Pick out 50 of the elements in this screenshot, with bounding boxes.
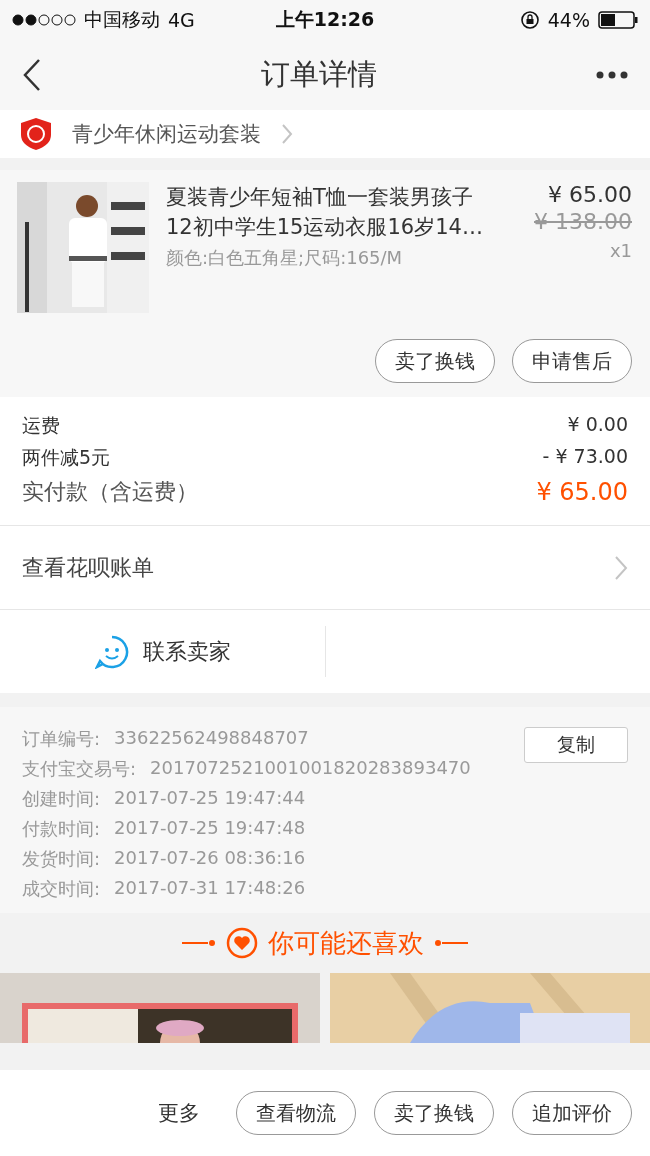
chat-face-icon <box>94 634 129 669</box>
bill-link[interactable]: 查看花呗账单 <box>22 552 154 583</box>
info-value: 2017072521001001820283893470 <box>150 757 471 780</box>
more-link[interactable]: 更多 <box>158 1099 200 1127</box>
action-button[interactable]: 追加评价 <box>512 1091 632 1135</box>
product-price: ¥ 65.00 <box>548 182 632 207</box>
section-title: 你可能还喜欢 <box>268 926 424 960</box>
action-button[interactable]: 卖了换钱 <box>374 1091 494 1135</box>
info-value: 33622562498848707 <box>114 727 309 750</box>
fee-label: 运费 <box>22 413 60 438</box>
network-type: 4G <box>168 9 195 31</box>
info-label: 成交时间: <box>22 877 101 901</box>
fee-value: ¥ 0.00 <box>567 413 628 437</box>
action-button[interactable]: 申请售后 <box>512 339 632 383</box>
info-label: 付款时间: <box>22 817 101 841</box>
info-label: 创建时间: <box>22 787 101 811</box>
info-value: 2017-07-25 19:47:44 <box>114 787 306 810</box>
copy-button[interactable]: 复制 <box>524 727 628 763</box>
quantity: x1 <box>609 240 632 261</box>
total-label: 实付款（含运费） <box>22 478 198 506</box>
info-label: 支付宝交易号: <box>22 757 137 781</box>
fee-value: - ¥ 73.00 <box>542 445 628 469</box>
info-label: 订单编号: <box>22 727 101 751</box>
info-label: 发货时间: <box>22 847 101 871</box>
original-price: ¥ 138.00 <box>534 209 632 234</box>
signal-icon <box>12 14 76 26</box>
action-button[interactable]: 卖了换钱 <box>375 339 495 383</box>
battery-icon <box>598 11 638 29</box>
info-value: 2017-07-25 19:47:48 <box>114 817 306 840</box>
info-value: 2017-07-31 17:48:26 <box>114 877 306 900</box>
carrier-name: 中国移动 <box>84 7 160 32</box>
product-spec: 颜色:白色五角星;尺码:165/M <box>166 246 404 270</box>
rotation-lock-icon <box>519 10 540 30</box>
chevron-icon <box>614 554 628 581</box>
page-title: 订单详情 <box>261 56 377 93</box>
fee-label: 两件减5元 <box>22 445 111 470</box>
product-title[interactable]: 夏装青少年短袖T恤一套装男孩子12初中学生15运动衣服16岁14… <box>166 182 486 242</box>
shop-row[interactable]: 青少年休闲运动套装 <box>0 110 650 158</box>
back-icon[interactable] <box>22 58 42 92</box>
contact-seller-button[interactable]: 联系卖家 <box>142 636 231 667</box>
chevron-icon <box>281 123 293 145</box>
info-value: 2017-07-26 08:36:16 <box>114 847 306 870</box>
total-value: ¥ 65.00 <box>536 478 628 506</box>
dash-dot-icon <box>182 939 216 947</box>
shield-icon <box>20 117 52 151</box>
action-button[interactable]: 查看物流 <box>236 1091 356 1135</box>
status-time: 上午12:26 <box>275 7 375 32</box>
battery-percent: 44% <box>547 9 590 31</box>
more-icon[interactable] <box>596 71 628 79</box>
dot-dash-icon <box>434 939 468 947</box>
